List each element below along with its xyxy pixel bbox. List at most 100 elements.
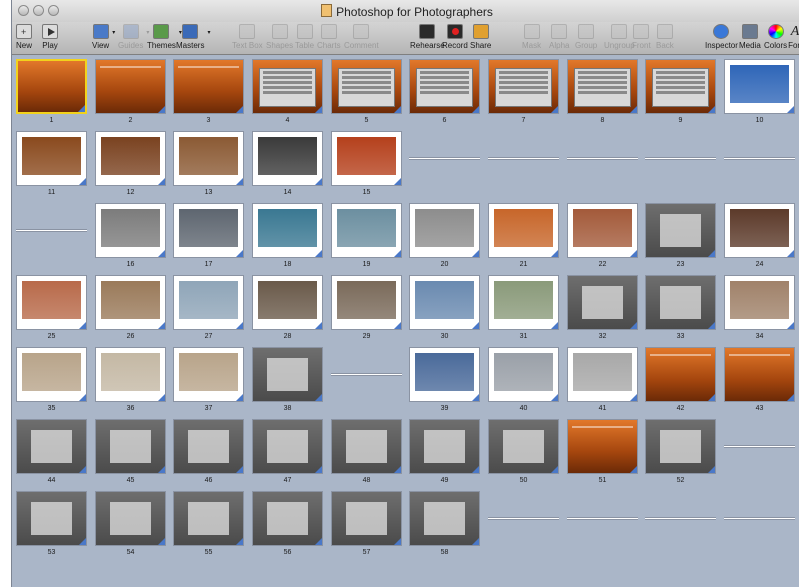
slide-thumbnail[interactable] [16, 491, 87, 546]
slide-thumbnail[interactable] [95, 419, 166, 474]
toolbar-themes-button[interactable]: Themes ▾ [147, 24, 182, 50]
skipped-slide-placeholder[interactable] [724, 157, 795, 160]
toolbar-charts-button[interactable]: Charts [317, 24, 341, 50]
toolbar-rehearse-button[interactable]: Rehearse [410, 24, 445, 50]
toolbar-masters-button[interactable]: Masters ▾ [176, 24, 210, 50]
slide-thumbnail[interactable] [173, 131, 244, 186]
slide-number: 43 [755, 405, 764, 412]
slide-thumbnail[interactable] [645, 347, 716, 402]
toolbar-fonts-button[interactable]: A Fon [787, 24, 799, 50]
slide-thumbnail[interactable] [567, 347, 638, 402]
skipped-slide-placeholder[interactable] [488, 517, 559, 520]
slide-thumbnail[interactable] [645, 275, 716, 330]
slide-number: 5 [364, 117, 369, 124]
slide-thumbnail[interactable] [173, 491, 244, 546]
slide-thumbnail[interactable] [488, 347, 559, 402]
slide-thumbnail[interactable] [409, 419, 480, 474]
slide-thumbnail[interactable] [252, 275, 323, 330]
skipped-slide-placeholder[interactable] [567, 517, 638, 520]
toolbar-share-button[interactable]: Share [470, 24, 491, 50]
skipped-slide-placeholder[interactable] [724, 517, 795, 520]
slide-image [188, 430, 229, 463]
slide-thumbnail[interactable] [252, 131, 323, 186]
slide-thumbnail[interactable] [331, 59, 402, 114]
slide-thumbnail[interactable] [488, 203, 559, 258]
toolbar-ungroup-button[interactable]: Ungroup [604, 24, 635, 50]
slide-thumbnail[interactable] [645, 419, 716, 474]
slide-thumbnail[interactable] [173, 203, 244, 258]
slide-thumbnail[interactable] [173, 347, 244, 402]
slide-thumbnail[interactable] [567, 275, 638, 330]
skipped-slide-placeholder[interactable] [488, 157, 559, 160]
toolbar-mask-button[interactable]: Mask [522, 24, 541, 50]
toolbar-front-button[interactable]: Front [632, 24, 651, 50]
slide-thumbnail[interactable] [331, 131, 402, 186]
toolbar-alpha-button[interactable]: Alpha [549, 24, 569, 50]
toolbar-view-button[interactable]: View ▾ [92, 24, 115, 50]
slide-thumbnail[interactable] [16, 347, 87, 402]
slide-thumbnail[interactable] [173, 275, 244, 330]
toolbar-comment-button[interactable]: Comment [344, 24, 379, 50]
toolbar-record-button[interactable]: Record [442, 24, 468, 50]
toolbar-media-button[interactable]: Media [739, 24, 761, 50]
slide-thumbnail[interactable] [173, 59, 244, 114]
toolbar-colors-button[interactable]: Colors [764, 24, 787, 50]
skipped-slide-placeholder[interactable] [724, 445, 795, 448]
toolbar-inspector-button[interactable]: Inspector [705, 24, 738, 50]
build-indicator-icon [236, 466, 243, 473]
slide-thumbnail[interactable] [724, 275, 795, 330]
toolbar-shapes-button[interactable]: Shapes [266, 24, 293, 50]
slide-thumbnail[interactable] [252, 419, 323, 474]
slide-thumbnail[interactable] [16, 419, 87, 474]
slide-thumbnail[interactable] [331, 419, 402, 474]
toolbar-play-button[interactable]: Play [42, 24, 58, 50]
build-indicator-icon [236, 394, 243, 401]
slide-thumbnail[interactable] [95, 491, 166, 546]
slide-thumbnail[interactable] [95, 275, 166, 330]
skipped-slide-placeholder[interactable] [567, 157, 638, 160]
toolbar-back-button[interactable]: Back [656, 24, 674, 50]
toolbar-text-box-button[interactable]: Text Box [232, 24, 263, 50]
slide-thumbnail[interactable] [331, 491, 402, 546]
slide-thumbnail[interactable] [16, 59, 87, 114]
slide-thumbnail[interactable] [252, 203, 323, 258]
slide-thumbnail[interactable] [252, 491, 323, 546]
slide-thumbnail[interactable] [724, 347, 795, 402]
slide-thumbnail[interactable] [409, 203, 480, 258]
slide-thumbnail[interactable] [409, 59, 480, 114]
slide-thumbnail[interactable] [567, 419, 638, 474]
slide-thumbnail[interactable] [95, 203, 166, 258]
slide-thumbnail[interactable] [331, 275, 402, 330]
slide-thumbnail[interactable] [95, 347, 166, 402]
skipped-slide-placeholder[interactable] [409, 157, 480, 160]
toolbar-group-button[interactable]: Group [575, 24, 597, 50]
slide-thumbnail[interactable] [16, 275, 87, 330]
slide-thumbnail[interactable] [645, 203, 716, 258]
slide-thumbnail[interactable] [488, 275, 559, 330]
slide-thumbnail[interactable] [95, 59, 166, 114]
slide-thumbnail[interactable] [16, 131, 87, 186]
slide-thumbnail[interactable] [488, 419, 559, 474]
slide-thumbnail[interactable] [252, 59, 323, 114]
slide-thumbnail[interactable] [173, 419, 244, 474]
light-table-slide-grid: 1 2 3 4 5 6 7 8 9 10 11 12 13 14 15 16 17 18 19 20 21 22 23 24 2… [12, 55, 799, 587]
slide-thumbnail[interactable] [488, 59, 559, 114]
slide-thumbnail[interactable] [645, 59, 716, 114]
slide-thumbnail[interactable] [567, 203, 638, 258]
slide-thumbnail[interactable] [95, 131, 166, 186]
toolbar-new-slide-button[interactable]: + New [16, 24, 32, 50]
skipped-slide-placeholder[interactable] [645, 157, 716, 160]
slide-thumbnail[interactable] [409, 347, 480, 402]
skipped-slide-placeholder[interactable] [16, 229, 87, 232]
toolbar-table-button[interactable]: Table [295, 24, 314, 50]
slide-thumbnail[interactable] [724, 203, 795, 258]
slide-thumbnail[interactable] [409, 275, 480, 330]
skipped-slide-placeholder[interactable] [331, 373, 402, 376]
slide-thumbnail[interactable] [567, 59, 638, 114]
slide-thumbnail[interactable] [409, 491, 480, 546]
slide-thumbnail[interactable] [724, 59, 795, 114]
slide-thumbnail[interactable] [331, 203, 402, 258]
skipped-slide-placeholder[interactable] [645, 517, 716, 520]
toolbar-guides-button[interactable]: Guides ▾ [118, 24, 149, 50]
slide-thumbnail[interactable] [252, 347, 323, 402]
